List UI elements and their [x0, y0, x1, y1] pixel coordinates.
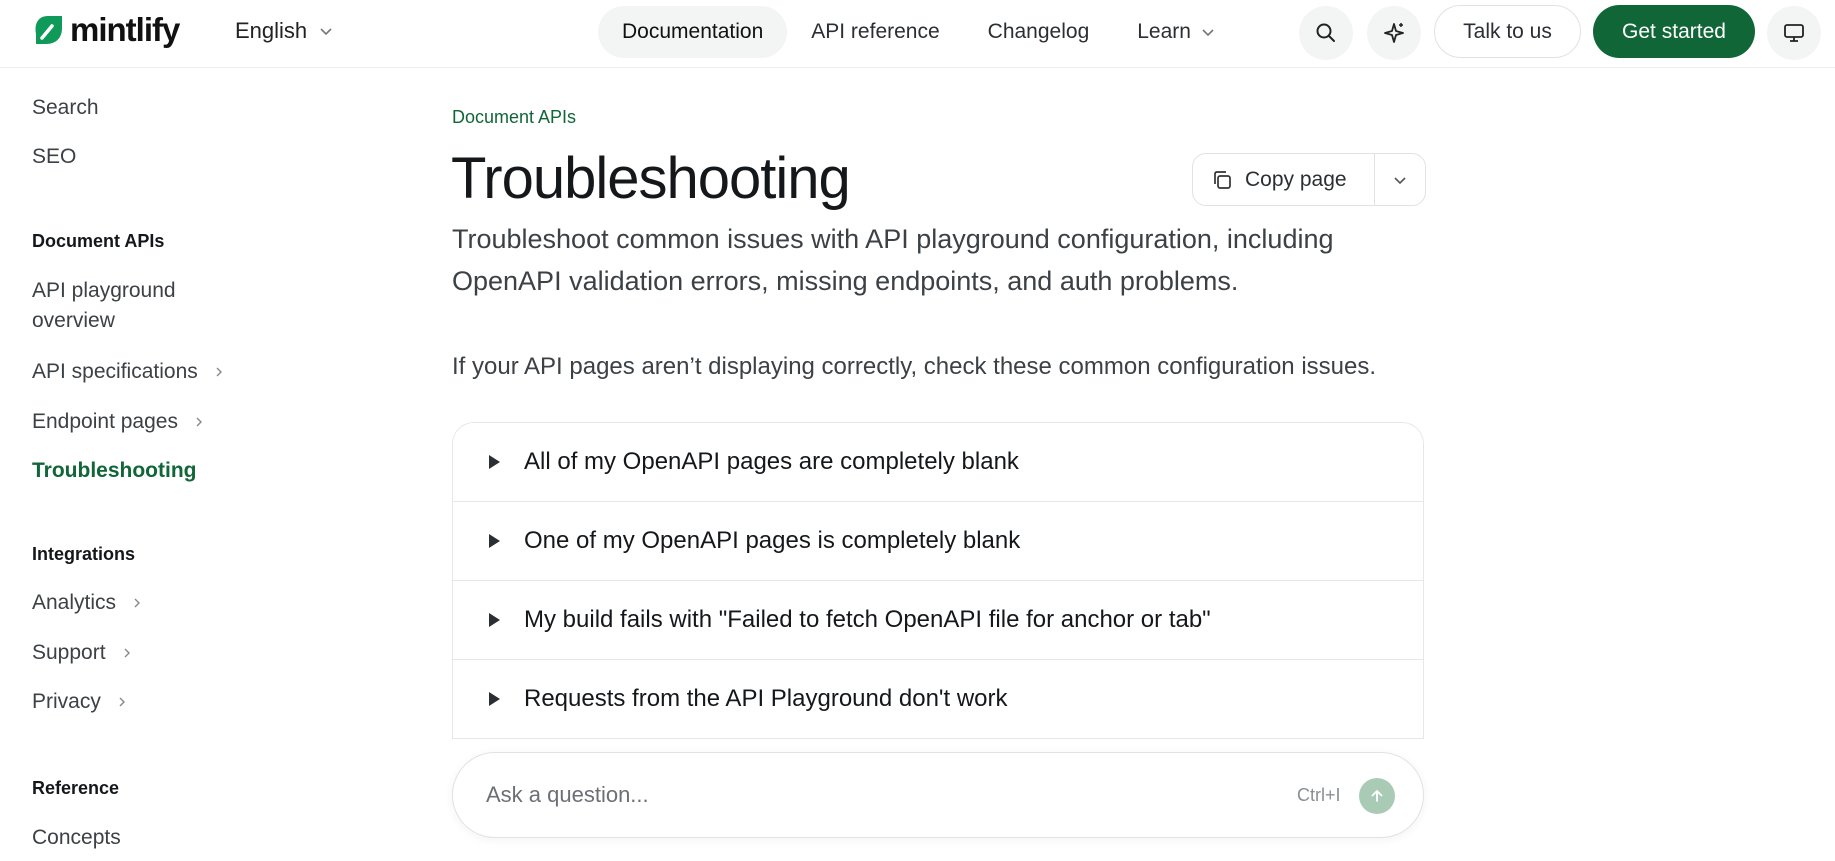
nav-documentation-label: Documentation [622, 20, 764, 43]
page-title: Troubleshooting [451, 146, 851, 211]
nav-learn-label: Learn [1137, 20, 1191, 43]
get-started-button[interactable]: Get started [1593, 5, 1755, 58]
sidebar-item-label: API playground overview [32, 279, 176, 332]
caret-right-icon [489, 455, 500, 469]
copy-page-label: Copy page [1245, 167, 1347, 191]
primary-nav: Documentation API reference Changelog Le… [598, 6, 1239, 58]
language-selector[interactable]: English [235, 16, 333, 46]
display-mode-button[interactable] [1767, 6, 1821, 60]
accordion-item[interactable]: Requests from the API Playground don't w… [453, 660, 1423, 739]
chevron-right-icon [216, 367, 222, 377]
chevron-right-icon [134, 598, 141, 608]
caret-right-icon [489, 692, 500, 706]
sidebar-item-label: Troubleshooting [32, 459, 197, 482]
accordion-item[interactable]: My build fails with "Failed to fetch Ope… [453, 581, 1423, 660]
sidebar-item-support[interactable]: Support [32, 638, 132, 668]
nav-api-reference[interactable]: API reference [787, 6, 963, 58]
arrow-up-icon [1371, 790, 1383, 802]
accordion-item-label: My build fails with "Failed to fetch Ope… [524, 606, 1211, 633]
nav-changelog[interactable]: Changelog [964, 6, 1114, 58]
sidebar-item-analytics[interactable]: Analytics [32, 588, 142, 618]
send-button[interactable] [1359, 778, 1395, 814]
logo-text: mintlify [70, 11, 180, 48]
sidebar-item-label: API specifications [32, 360, 198, 383]
nav-documentation[interactable]: Documentation [598, 6, 788, 58]
mintlify-logo[interactable]: mintlify [32, 11, 180, 48]
sidebar-item-search[interactable]: Search [32, 93, 99, 123]
chevron-down-icon [320, 28, 332, 36]
sidebar-item-label: Analytics [32, 591, 117, 614]
page-description: Troubleshoot common issues with API play… [452, 224, 1334, 296]
sidebar-item-label: Endpoint pages [32, 410, 178, 433]
nav-learn[interactable]: Learn [1113, 6, 1239, 58]
sidebar-item-troubleshooting[interactable]: Troubleshooting [32, 456, 196, 486]
keyboard-shortcut-hint: Ctrl+I [1297, 785, 1341, 805]
accordion-item[interactable]: All of my OpenAPI pages are completely b… [453, 423, 1423, 502]
language-label: English [235, 18, 308, 43]
sidebar-item-api-playground-overview[interactable]: API playground overview [32, 276, 232, 336]
intro-paragraph: If your API pages aren’t displaying corr… [452, 353, 1377, 380]
sidebar-item-seo[interactable]: SEO [32, 142, 76, 172]
ask-question-input[interactable] [486, 782, 1246, 808]
sidebar-item-label: SEO [32, 145, 77, 168]
nav-api-reference-label: API reference [811, 20, 940, 43]
sidebar-heading-reference: Reference [32, 778, 120, 798]
copy-options-button[interactable] [1375, 154, 1425, 205]
ask-question-bar: Ctrl+I [452, 752, 1424, 838]
sidebar-item-privacy[interactable]: Privacy [32, 687, 127, 717]
copy-icon [1214, 170, 1231, 189]
chevron-down-icon [1394, 176, 1406, 184]
sidebar-item-label: Search [32, 96, 99, 119]
nav-changelog-label: Changelog [987, 20, 1090, 43]
sidebar-heading-integrations: Integrations [32, 544, 136, 564]
sidebar-item-label: Privacy [32, 690, 101, 713]
sidebar-item-label: Support [32, 641, 106, 664]
sidebar-item-concepts[interactable]: Concepts [32, 823, 121, 853]
chevron-right-icon [124, 648, 130, 658]
copy-page-button[interactable]: Copy page [1193, 154, 1375, 205]
sidebar-item-endpoint-pages[interactable]: Endpoint pages [32, 407, 204, 437]
sparkle-icon [1384, 23, 1404, 43]
accordion-item-label: All of my OpenAPI pages are completely b… [524, 448, 1019, 475]
talk-to-us-button[interactable]: Talk to us [1434, 5, 1581, 58]
accordion: All of my OpenAPI pages are completely b… [452, 422, 1424, 739]
caret-right-icon [489, 534, 500, 548]
breadcrumb[interactable]: Document APIs [452, 107, 576, 128]
sidebar-item-api-specifications[interactable]: API specifications [32, 357, 224, 387]
chevron-down-icon [1202, 29, 1214, 37]
sidebar-item-label: Concepts [32, 826, 121, 849]
mintlify-logo-icon [35, 16, 62, 44]
accordion-item[interactable]: One of my OpenAPI pages is completely bl… [453, 502, 1423, 581]
top-navbar: mintlify English Documentation API refer… [0, 0, 1835, 68]
accordion-item-label: One of my OpenAPI pages is completely bl… [524, 527, 1021, 554]
search-button[interactable] [1299, 6, 1353, 60]
search-icon [1316, 23, 1335, 42]
accordion-item-label: Requests from the API Playground don't w… [524, 685, 1008, 712]
chevron-right-icon [196, 417, 202, 427]
ai-assistant-button[interactable] [1367, 6, 1421, 60]
copy-page-group: Copy page [1192, 153, 1426, 206]
sidebar-heading-document-apis: Document APIs [32, 231, 165, 251]
chevron-right-icon [119, 697, 125, 707]
caret-right-icon [489, 613, 500, 627]
monitor-icon [1784, 24, 1804, 42]
